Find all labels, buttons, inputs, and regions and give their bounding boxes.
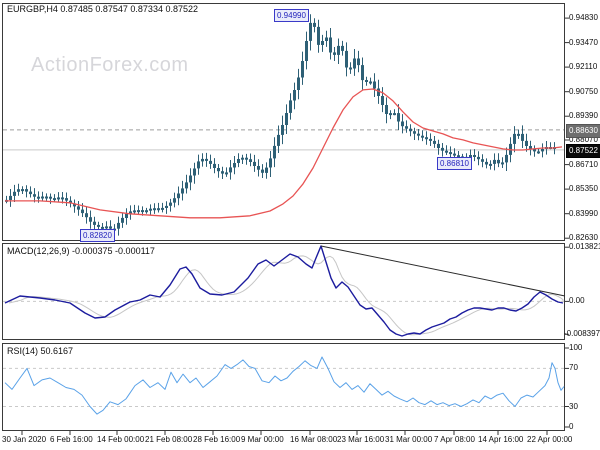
price-annotation-support: 0.86810 bbox=[437, 157, 472, 170]
rsi-axis-label: 30 bbox=[569, 402, 578, 411]
macd-line bbox=[4, 245, 564, 337]
price-annotation-low: 0.82820 bbox=[80, 229, 115, 242]
rsi-axis-label: 100 bbox=[569, 343, 583, 352]
time-axis-label: 14 Feb 00:00 bbox=[97, 435, 145, 444]
rsi-axis-label: 0 bbox=[569, 422, 574, 431]
rsi-line bbox=[4, 356, 565, 415]
time-axis-label: 30 Jan 2020 bbox=[2, 435, 47, 444]
time-axis-label: 6 Feb 16:00 bbox=[50, 435, 93, 444]
time-axis-label: 28 Feb 16:00 bbox=[193, 435, 241, 444]
price-axis-label: 0.85350 bbox=[569, 184, 598, 193]
price-annotation-high: 0.94990 bbox=[274, 9, 309, 22]
macd-axis-label: 0.00 bbox=[569, 296, 585, 305]
time-axis-label: 9 Mar 00:00 bbox=[241, 435, 284, 444]
forex-chart: ActionForex.com EURGBP,H4 0.87485 0.8754… bbox=[0, 0, 600, 450]
time-axis-label: 22 Apr 00:00 bbox=[527, 435, 573, 444]
watermark-logo: ActionForex.com bbox=[31, 54, 189, 76]
macd-axis-label: 0.013821 bbox=[569, 242, 600, 251]
time-axis-label: 7 Apr 08:00 bbox=[434, 435, 475, 444]
time-axis-label: 16 Mar 08:00 bbox=[290, 435, 338, 444]
time-axis-label: 23 Mar 16:00 bbox=[337, 435, 385, 444]
macd-indicator-label: MACD(12,26,9) -0.000375 -0.000117 bbox=[7, 246, 155, 256]
time-axis-label: 21 Feb 08:00 bbox=[145, 435, 193, 444]
symbol-ohlc-header: EURGBP,H4 0.87485 0.87547 0.87334 0.8752… bbox=[7, 4, 198, 14]
price-axis-label: 0.86710 bbox=[569, 160, 598, 169]
candlestick-series bbox=[5, 14, 556, 236]
time-axis-label: 14 Apr 16:00 bbox=[478, 435, 524, 444]
price-axis-label: 0.90750 bbox=[569, 87, 598, 96]
price-axis-label: 0.92110 bbox=[569, 62, 598, 71]
price-axis-label-current: 0.87522 bbox=[566, 144, 600, 158]
price-axis-label: 0.94830 bbox=[569, 13, 598, 22]
rsi-axis-label: 70 bbox=[569, 363, 578, 372]
price-axis-label: 0.89390 bbox=[569, 111, 598, 120]
price-axis-label: 0.93470 bbox=[569, 38, 598, 47]
price-axis-label: 0.83990 bbox=[569, 209, 598, 218]
time-axis-label: 31 Mar 00:00 bbox=[385, 435, 433, 444]
rsi-indicator-label: RSI(14) 50.6167 bbox=[7, 346, 74, 356]
price-axis-label-resistance: 0.88630 bbox=[566, 124, 600, 138]
macd-signal-line bbox=[8, 255, 564, 336]
macd-axis-label: -0.008397 bbox=[564, 329, 600, 338]
price-axis-label: 0.82630 bbox=[569, 233, 598, 242]
axis-tick-marks bbox=[21, 17, 569, 435]
